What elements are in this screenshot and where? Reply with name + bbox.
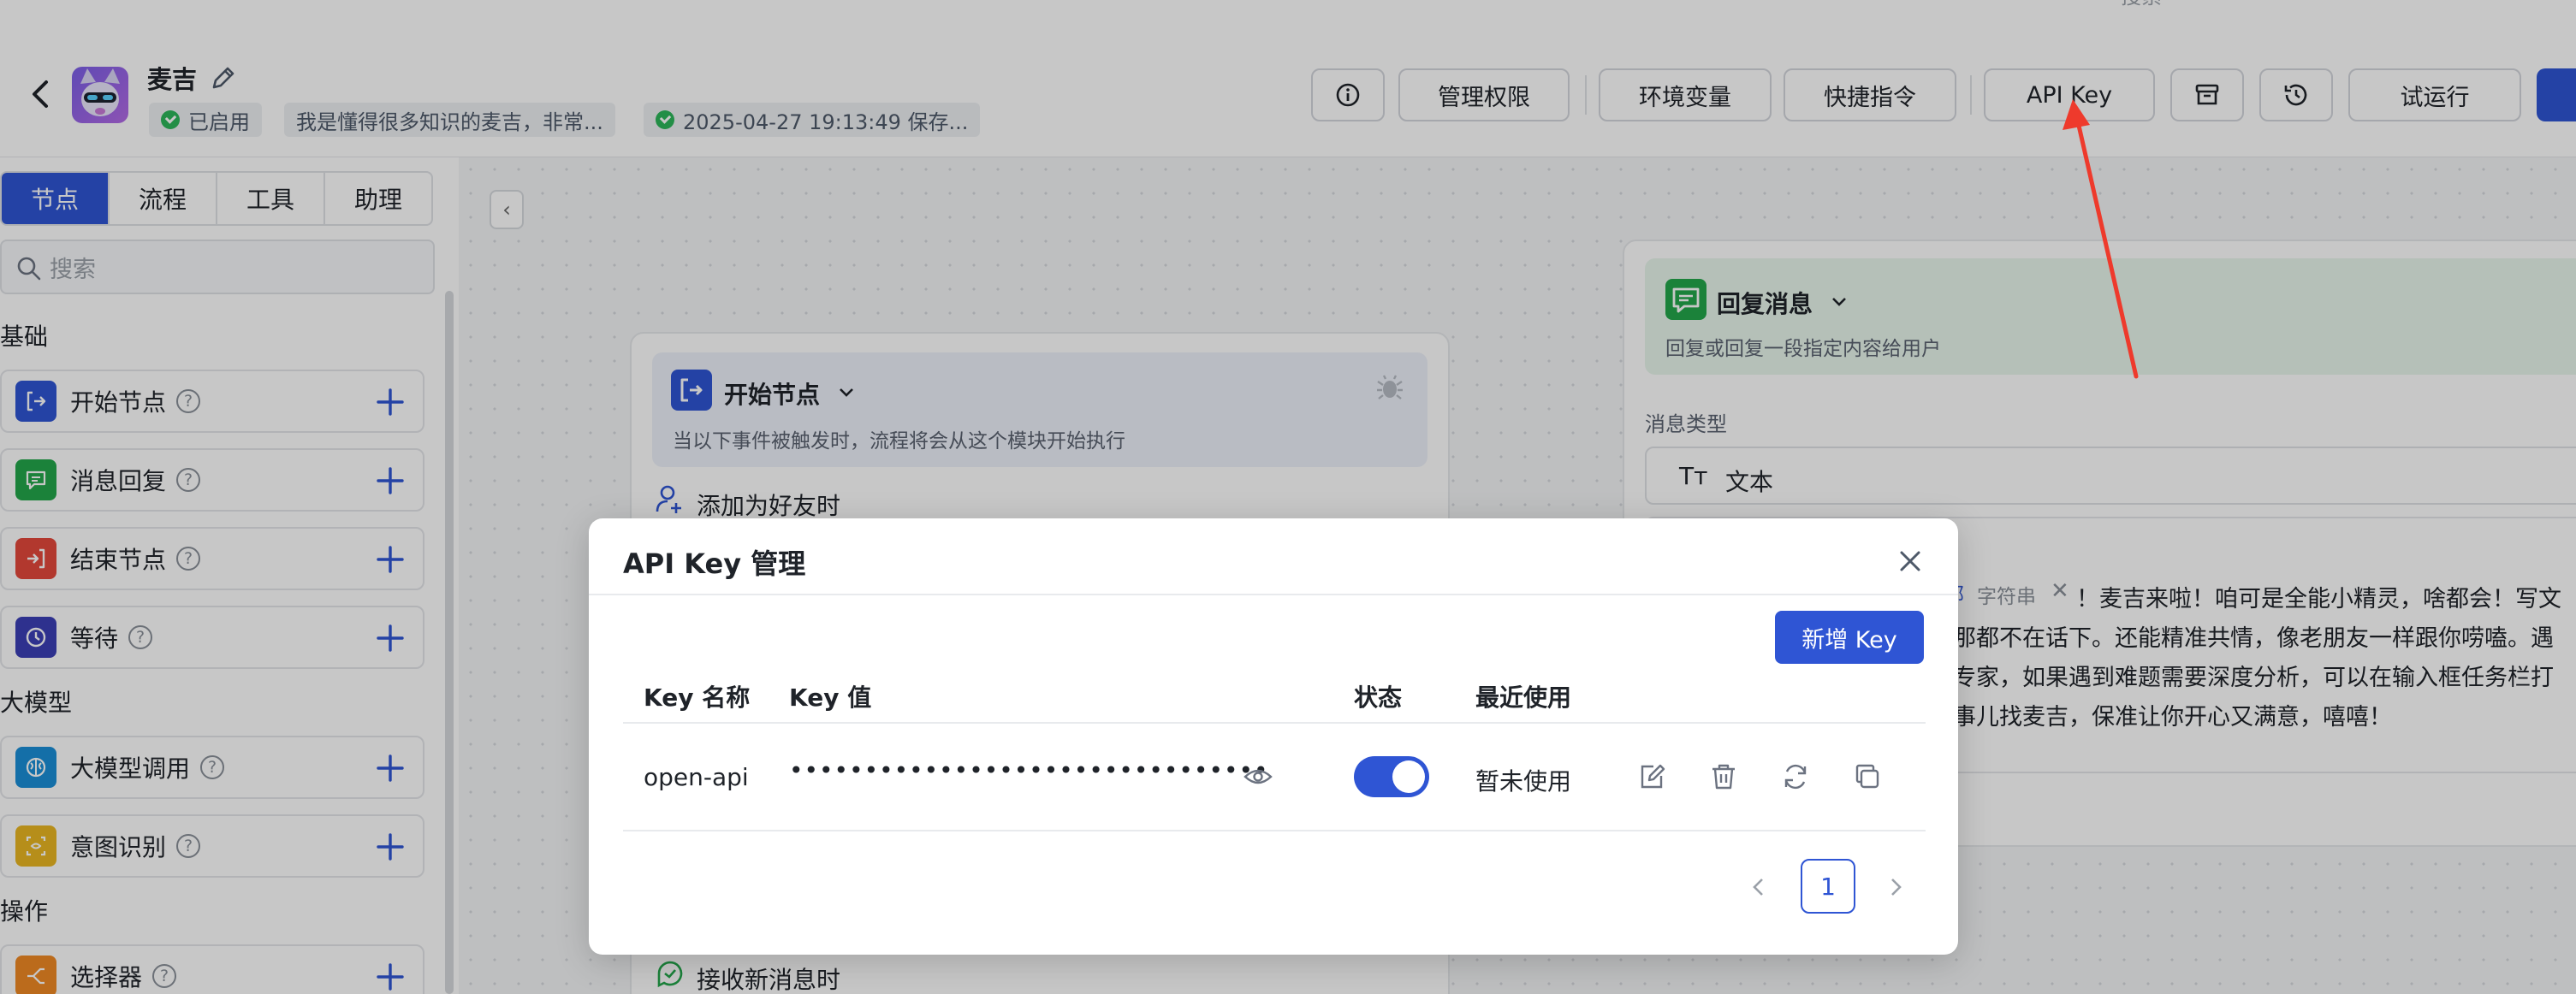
pagination-page-1[interactable]: 1: [1801, 859, 1855, 914]
chevron-left-icon[interactable]: [1744, 873, 1773, 902]
column-header-status: 状态: [1354, 683, 1403, 712]
key-value-masked: ••••••••••••••••••••••••••••••••: [789, 756, 1269, 784]
modal-divider: [589, 594, 1958, 595]
table-header-divider: [623, 722, 1926, 724]
eye-icon[interactable]: [1243, 761, 1273, 792]
modal-title: API Key 管理: [623, 547, 806, 580]
column-header-last-used: 最近使用: [1475, 683, 1572, 712]
column-header-key-value: Key 值: [789, 683, 872, 712]
table-row-divider: [623, 830, 1926, 831]
add-key-button[interactable]: 新增 Key: [1775, 611, 1924, 664]
edit-icon[interactable]: [1636, 761, 1667, 792]
chevron-right-icon[interactable]: [1881, 873, 1910, 902]
key-name-cell: open-api: [644, 763, 749, 791]
refresh-icon[interactable]: [1780, 761, 1811, 792]
copy-icon[interactable]: [1852, 761, 1883, 792]
status-toggle[interactable]: [1354, 756, 1429, 797]
trash-icon[interactable]: [1708, 761, 1739, 792]
close-icon[interactable]: [1893, 544, 1927, 578]
column-header-key-name: Key 名称: [644, 683, 751, 712]
last-used-cell: 暂未使用: [1475, 767, 1572, 796]
